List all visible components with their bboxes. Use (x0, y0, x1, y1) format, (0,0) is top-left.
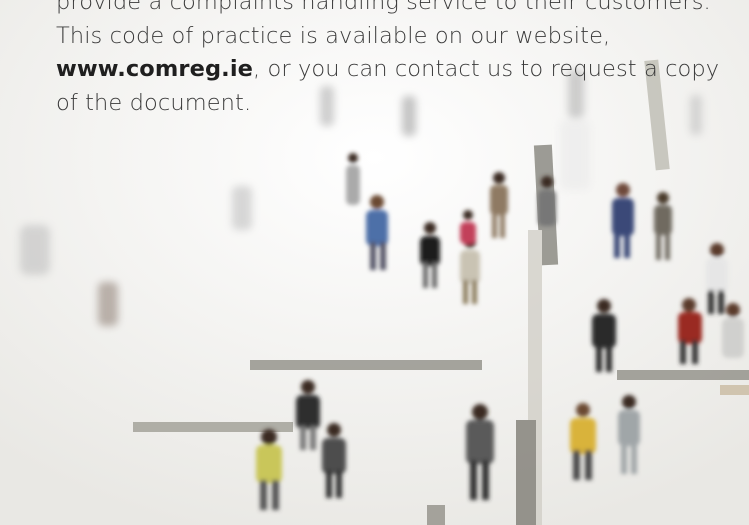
text-line-3-rest: , or you can contact us to request a cop… (253, 56, 720, 83)
text-line-2: This code of practice is available on ou… (56, 22, 611, 49)
text-line-3: www.comreg.ie, or you can contact us to … (56, 53, 736, 87)
text-line-4: of the document. (56, 89, 252, 116)
text-line-1: provide a complaints handling service to… (56, 0, 711, 15)
website-link[interactable]: www.comreg.ie (56, 56, 253, 82)
body-text: provide a complaints handling service to… (56, 0, 736, 120)
